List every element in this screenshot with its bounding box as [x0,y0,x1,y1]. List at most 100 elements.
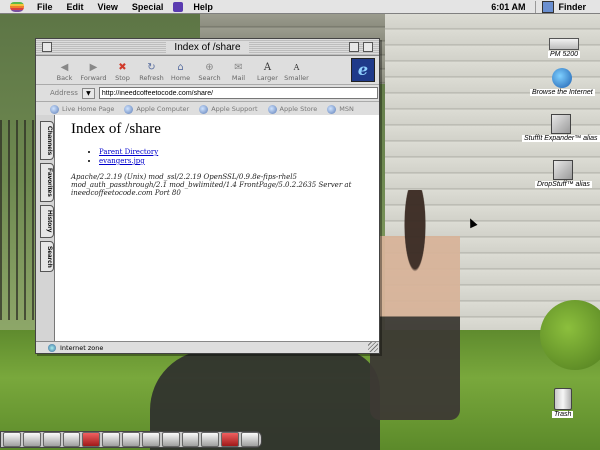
control-strip-module-icon[interactable] [181,432,200,447]
favorite-link[interactable]: MSN [327,104,354,114]
fence [0,120,40,320]
stuffit-expander-alias[interactable]: StuffIt Expander™ alias [522,114,600,142]
hard-disk-icon [549,38,580,50]
resize-handle-icon[interactable] [368,342,378,352]
control-strip [0,431,262,448]
globe-icon [552,68,573,88]
forward-arrow-icon: ▶ [89,62,98,73]
desktop-icon-label: Trash [552,411,574,418]
favorite-page-icon [199,104,209,114]
control-strip-module-icon[interactable] [201,432,220,447]
control-strip-module-icon[interactable] [241,432,259,447]
favorite-page-icon [124,104,134,114]
larger-text-button[interactable]: A Larger [253,62,282,84]
refresh-label: Refresh [139,74,164,82]
larger-label: Larger [257,74,278,82]
control-strip-module-icon[interactable] [82,432,101,447]
control-strip-module-icon[interactable] [102,432,121,447]
finder-icon [542,0,555,13]
browser-toolbar: ◀ Back ▶ Forward ✖ Stop ↻ Refresh ⌂ Home ⊕ Sea… [36,56,379,85]
window-title-bar[interactable]: Index of /share [36,39,379,56]
tab-channels[interactable]: Channels [40,121,54,161]
status-bar: Internet zone [36,341,379,353]
control-strip-module-icon[interactable] [42,432,61,447]
favorite-page-icon [50,104,59,114]
desktop-icon-label: StuffIt Expander™ alias [522,135,600,142]
home-icon: ⌂ [177,62,184,73]
favorite-link[interactable]: Apple Computer [124,104,190,114]
dropstuff-alias[interactable]: DropStuff™ alias [535,160,592,188]
address-label: Address [50,89,78,97]
web-page: Index of /share Parent Directory evanger… [55,115,379,341]
application-menu[interactable]: Finder [535,0,600,13]
refresh-button[interactable]: ↻ Refresh [137,62,166,84]
stop-label: Stop [115,74,130,82]
favorite-link[interactable]: Apple Store [267,104,317,114]
control-strip-module-icon[interactable] [122,432,140,447]
tab-favorites[interactable]: Favorites [40,163,54,203]
refresh-icon: ↻ [147,62,156,73]
control-strip-module-icon[interactable] [22,432,41,447]
menu-special[interactable]: Special [125,2,171,12]
list-item: Parent Directory [99,148,363,156]
address-input[interactable] [98,87,378,99]
application-menu-label: Finder [558,1,586,12]
hard-disk-volume[interactable]: PM 5200 [548,30,581,58]
menu-view[interactable]: View [91,2,125,12]
desktop-icon-label: DropStuff™ alias [535,181,592,188]
window-title: Index of /share [166,41,249,53]
close-box-icon[interactable] [42,42,52,52]
help-icon [173,1,184,12]
control-strip-module-icon[interactable] [221,432,240,447]
stop-button[interactable]: ✖ Stop [108,62,137,84]
collapse-box-icon[interactable] [363,42,373,52]
mail-icon: ✉ [234,62,243,73]
smaller-text-button[interactable]: A Smaller [282,62,311,84]
favorite-label: Live Home Page [62,105,115,113]
zoom-box-icon[interactable] [349,42,359,52]
person-foreground-figure [370,190,460,420]
smaller-text-icon: A [293,63,300,72]
home-button[interactable]: ⌂ Home [166,62,195,84]
favorite-link[interactable]: Live Home Page [50,104,115,114]
file-list: Parent Directory evangers.jpg [71,148,363,165]
apple-menu-icon[interactable] [10,1,24,12]
control-strip-module-icon[interactable] [62,432,81,447]
desktop-icon-label: PM 5200 [548,51,581,58]
smaller-label: Smaller [284,74,309,82]
favorite-label: Apple Computer [136,105,190,113]
favorite-page-icon [327,104,337,114]
menu-file[interactable]: File [30,2,60,12]
status-text: Internet zone [60,343,104,352]
favorite-label: Apple Support [211,105,258,113]
control-strip-module-icon[interactable] [161,432,180,447]
back-arrow-icon: ◀ [60,62,69,73]
trash[interactable]: Trash [552,388,574,418]
menu-help[interactable]: Help [186,2,220,12]
trash-icon [553,388,572,410]
stop-icon: ✖ [118,62,127,73]
menu-edit[interactable]: Edit [60,2,91,12]
back-button[interactable]: ◀ Back [50,62,79,84]
browse-internet-alias[interactable]: Browse the Internet [530,68,595,96]
tab-search[interactable]: Search [40,240,54,273]
desktop-icon-label: Browse the Internet [530,89,595,96]
explorer-side-tabs: Channels Favorites History Search [36,115,55,341]
zone-globe-icon [48,343,56,352]
larger-text-icon: A [263,62,272,73]
search-button[interactable]: ⊕ Search [195,62,224,84]
favorite-label: MSN [339,105,354,113]
control-strip-module-icon[interactable] [3,432,21,447]
tab-history[interactable]: History [40,205,54,238]
parent-directory-link[interactable]: Parent Directory [99,148,158,156]
control-strip-module-icon[interactable] [141,432,160,447]
browser-window: Index of /share ◀ Back ▶ Forward ✖ Stop ↻ Re… [35,38,380,354]
mail-button[interactable]: ✉ Mail [224,62,253,84]
search-icon: ⊕ [205,62,214,73]
address-history-dropdown-icon[interactable]: ▼ [81,87,95,99]
forward-button[interactable]: ▶ Forward [79,62,108,84]
favorite-link[interactable]: Apple Support [199,104,258,114]
forward-label: Forward [80,74,107,82]
file-link[interactable]: evangers.jpg [99,157,145,165]
menu-clock[interactable]: 6:01 AM [481,2,535,12]
